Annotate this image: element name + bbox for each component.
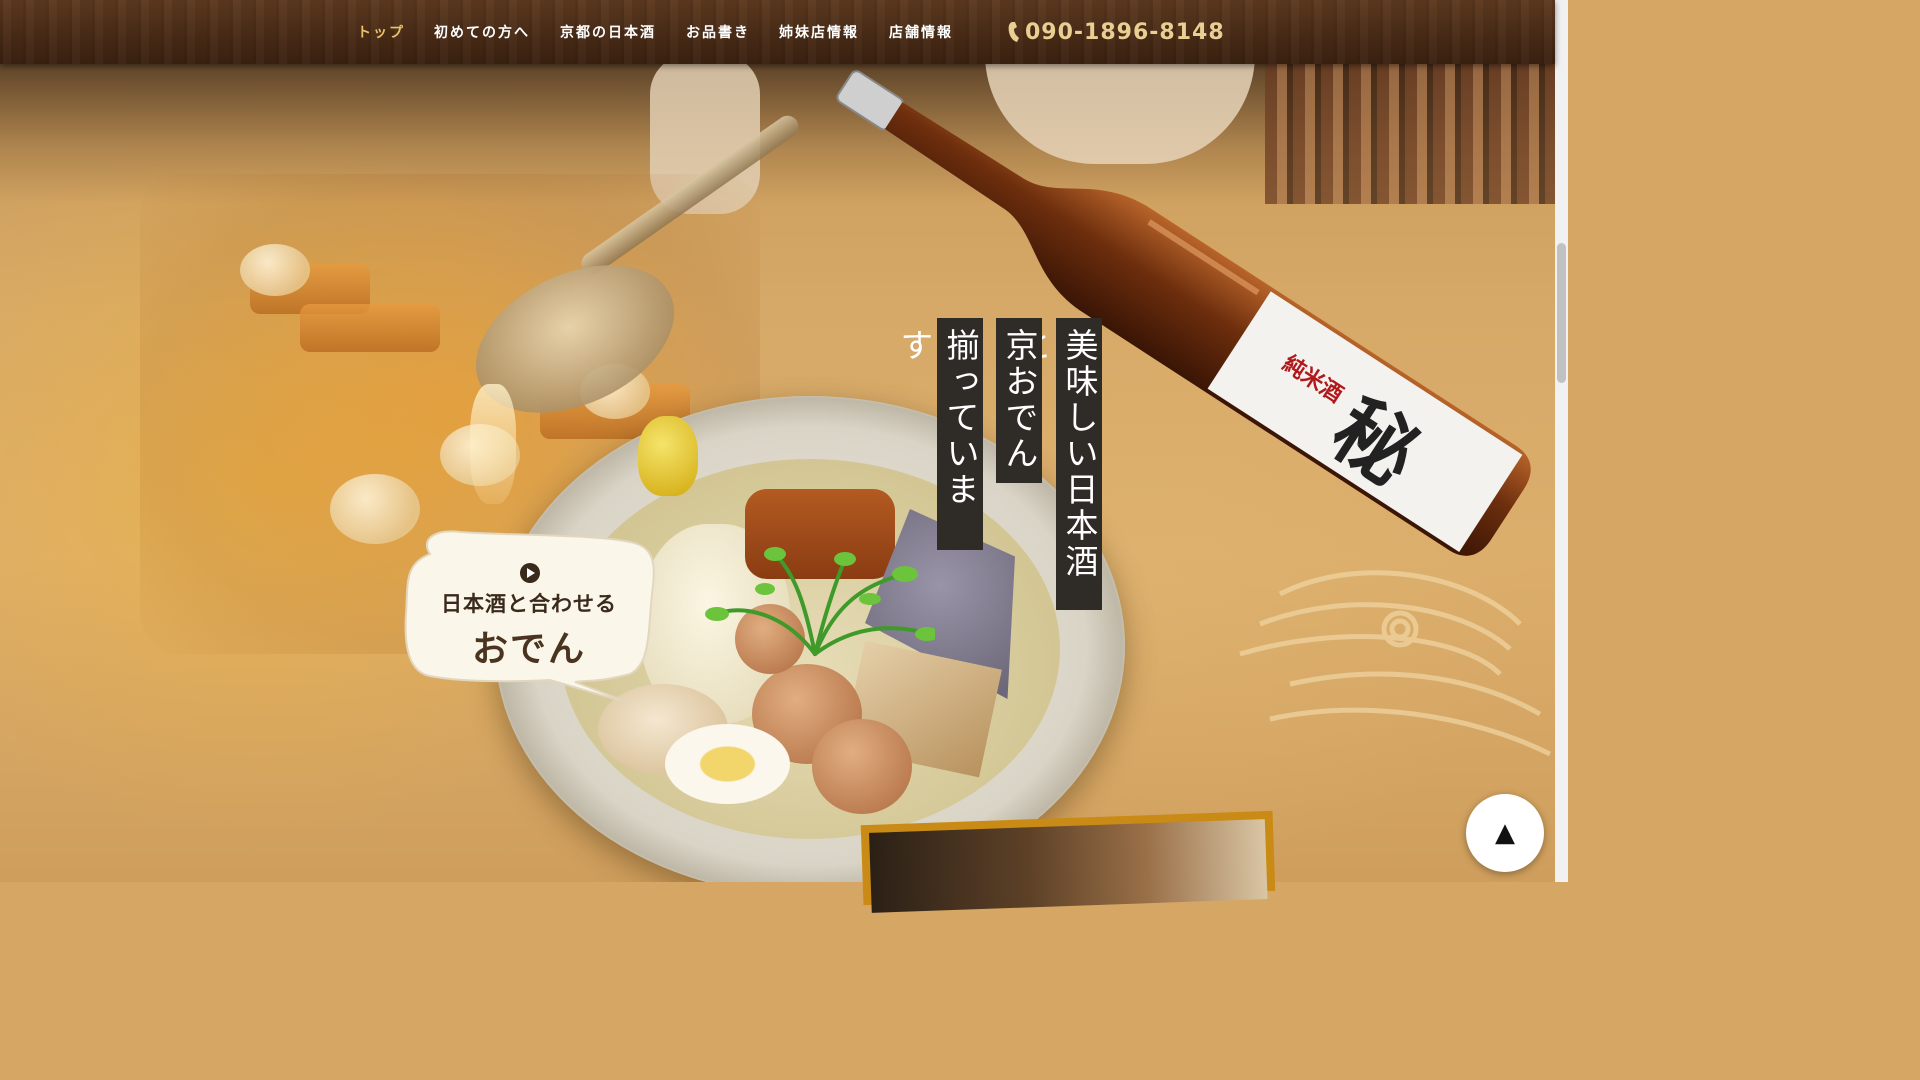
phone-number: 090-1896-8148 [1025,19,1225,45]
menu-photo-card[interactable] [860,810,1276,913]
bubble-title-large: おでん [471,628,586,670]
phone-link[interactable]: 090-1896-8148 [1008,16,1225,48]
back-to-top-button[interactable]: ▲ [1466,794,1544,872]
boiled-egg-half [665,724,790,804]
nav-item-sister-store[interactable]: 姉妹店情報 [779,22,859,42]
oden-egg [240,244,310,296]
nav-item-top[interactable]: トップ [357,22,405,42]
site-header: トップ 初めての方へ 京都の日本酒 お品書き 姉妹店情報 店舗情報 090-18… [0,0,1555,64]
up-arrow-icon: ▲ [1495,818,1515,848]
play-circle-icon[interactable] [519,562,541,584]
hero-section: 純米酒 秘 [0,64,1555,882]
nav-item-first-time[interactable]: 初めての方へ [434,22,530,42]
page-scrollbar[interactable] [1555,0,1568,882]
bubble-title-small: 日本酒と合わせる [441,592,617,616]
oden-item [300,304,440,352]
nav-item-store-info[interactable]: 店舗情報 [889,22,953,42]
hero-caption-line3: 揃っています [895,318,983,550]
hero-caption-line1: 美味しい日本酒と [1014,318,1102,610]
nav-item-kyoto-sake[interactable]: 京都の日本酒 [560,22,656,42]
scrollbar-thumb[interactable] [1557,243,1566,383]
fishball [812,719,912,814]
phone-icon [1008,22,1019,42]
nav-item-menu[interactable]: お品書き [686,22,750,42]
menu-photo [869,819,1268,913]
main-nav: トップ 初めての方へ 京都の日本酒 お品書き 姉妹店情報 店舗情報 090-18… [0,0,1555,64]
hero-caption-line2: 京おでん [996,318,1042,483]
